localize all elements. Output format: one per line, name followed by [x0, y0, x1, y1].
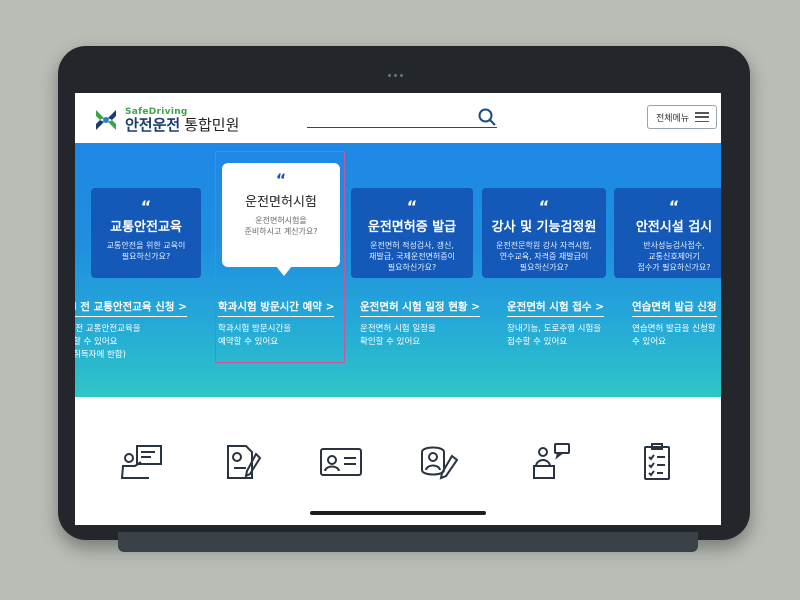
quote-icon: “ — [275, 170, 287, 189]
link-desc: 운전면허 시험 일정을 확인할 수 있어요 — [360, 324, 436, 347]
lecture-icon[interactable] — [119, 442, 165, 482]
quote-icon: “ — [140, 197, 152, 216]
card-desc: 운전전문학원 강사 자격시험, 연수교육, 자격증 재발급이 필요하신가요? — [496, 241, 592, 272]
card-title: 운전면허증 발급 — [367, 220, 457, 235]
card-title: 교통안전교육 — [110, 220, 182, 235]
home-indicator[interactable] — [310, 511, 486, 515]
search-input[interactable] — [307, 127, 497, 128]
logo-mark-icon — [96, 110, 116, 130]
camera-indicator — [388, 74, 404, 78]
quote-icon: “ — [406, 197, 418, 216]
site-logo[interactable]: SafeDriving 안전운전 통합민원 — [93, 107, 239, 133]
link-exam-visit-reservation[interactable]: 학과시험 방문시간 예약 > — [218, 299, 335, 317]
card-desc: 교통안전을 위한 교육이 필요하신가요? — [106, 241, 186, 261]
document-edit-icon[interactable] — [220, 442, 266, 482]
instructor-podium-icon[interactable] — [527, 442, 573, 482]
quote-icon: “ — [538, 197, 550, 216]
search-icon[interactable] — [477, 107, 497, 127]
link-learner-permit[interactable]: 연습면허 발급 신청 — [632, 299, 717, 317]
link-desc: l전 교통안전교육을 할 수 있어요 취득자에 한함) — [75, 324, 141, 360]
card-desc: 운전면허 적성검사, 갱신, 재발급, 국제운전면허증이 필요하신가요? — [368, 241, 456, 272]
link-desc: 연습면허 발급을 신청할 수 있어요 — [632, 324, 716, 347]
speech-tail — [276, 266, 292, 276]
card-title: 안전시설 검시 — [635, 220, 713, 235]
card-desc: 반사성능검사접수, 교통신호제어기 접수가 필요하신가요? — [637, 241, 711, 272]
link-desc: 학과시험 방문시간을 예약할 수 있어요 — [218, 324, 292, 347]
card-desc: 운전면허시험을 준비하시고 계신가요? — [244, 216, 318, 236]
consult-edit-icon[interactable] — [416, 442, 462, 482]
card-instructor-examiner[interactable]: “ 강사 및 기능검정원 운전전문학원 강사 자격시험, 연수교육, 자격증 재… — [482, 188, 606, 278]
site-header: SafeDriving 안전운전 통합민원 전체메뉴 — [75, 93, 721, 143]
full-menu-button[interactable]: 전체메뉴 — [647, 105, 717, 129]
logo-title: 안전운전 통합민원 — [125, 115, 240, 134]
card-traffic-safety-education[interactable]: “ 교통안전교육 교통안전을 위한 교육이 필요하신가요? — [91, 188, 201, 278]
checklist-icon[interactable] — [635, 442, 681, 482]
link-exam-schedule[interactable]: 운전면허 시험 일정 현황 > — [360, 299, 481, 317]
license-card-icon[interactable] — [318, 442, 364, 482]
link-desc: 장내기능, 도로주행 시험을 접수할 수 있어요 — [507, 324, 602, 347]
card-title: 강사 및 기능검정원 — [491, 220, 597, 235]
logo-title-suffix: 통합민원 — [184, 115, 240, 134]
link-education-application[interactable]: l 전 교통안전교육 신청 > — [75, 299, 187, 317]
service-carousel: “ 교통안전교육 교통안전을 위한 교육이 필요하신가요? “ 운전면허시험 운… — [75, 143, 721, 397]
hamburger-icon — [695, 112, 710, 122]
tablet-screen: SafeDriving 안전운전 통합민원 전체메뉴 “ 교통안전교육 교통안전을… — [75, 93, 721, 525]
card-safety-facility-inspection[interactable]: “ 안전시설 검시 반사성능검사접수, 교통신호제어기 접수가 필요하신가요? — [614, 188, 721, 278]
card-license-issuance[interactable]: “ 운전면허증 발급 운전면허 적성검사, 갱신, 재발급, 국제운전면허증이 … — [351, 188, 473, 278]
quick-menu — [75, 397, 721, 525]
quote-icon: “ — [668, 197, 680, 216]
logo-title-main: 안전운전 — [125, 115, 181, 134]
card-license-exam[interactable]: “ 운전면허시험 운전면허시험을 준비하시고 계신가요? — [222, 163, 340, 276]
card-title: 운전면허시험 — [245, 195, 317, 210]
tablet-stand — [118, 532, 698, 552]
link-exam-registration[interactable]: 운전면허 시험 접수 > — [507, 299, 605, 317]
full-menu-label: 전체메뉴 — [656, 113, 690, 124]
